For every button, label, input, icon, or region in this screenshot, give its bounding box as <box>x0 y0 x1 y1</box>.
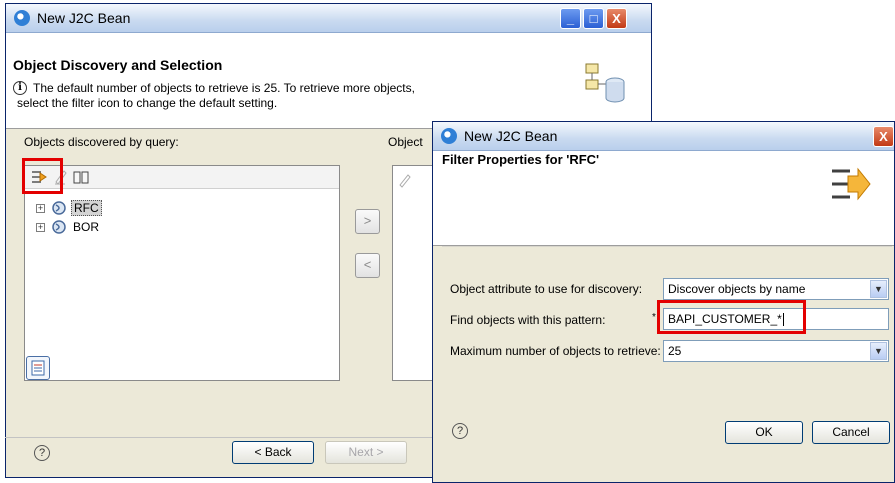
ok-button[interactable]: OK <box>725 421 803 444</box>
wizard-title: New J2C Bean <box>37 10 131 26</box>
close-button[interactable]: X <box>606 8 627 29</box>
remove-object-button[interactable]: < <box>355 253 380 278</box>
eclipse-icon <box>14 10 30 26</box>
dialog-help-icon[interactable]: ? <box>452 423 468 439</box>
back-button[interactable]: < Back <box>232 441 314 464</box>
discovery-banner-icon <box>585 63 625 103</box>
minimize-button[interactable]: _ <box>560 8 581 29</box>
help-icon[interactable]: ? <box>34 445 50 461</box>
chevron-down-icon[interactable]: ▼ <box>870 342 887 360</box>
discovered-objects-tree[interactable] <box>24 165 340 381</box>
expand-icon[interactable]: + <box>36 223 45 232</box>
discovery-attribute-select[interactable]: Discover objects by name ▼ <box>663 278 889 300</box>
eclipse-icon <box>441 128 457 144</box>
cancel-button[interactable]: Cancel <box>812 421 890 444</box>
edit-icon[interactable] <box>397 172 413 188</box>
filter-icon-highlight <box>22 158 63 194</box>
dialog-close-button[interactable]: X <box>873 126 894 147</box>
tree-item-label: BOR <box>73 220 100 234</box>
object-properties-button[interactable] <box>26 356 50 380</box>
pattern-input-highlight <box>657 300 806 334</box>
select-value: 25 <box>668 344 682 358</box>
max-objects-select[interactable]: 25 ▼ <box>663 340 889 362</box>
pattern-label: Find objects with this pattern: <box>450 313 606 327</box>
description-line-1: The default number of objects to retriev… <box>33 81 415 95</box>
filter-banner-icon <box>832 167 871 201</box>
separator <box>5 437 435 438</box>
tree-item-rfc[interactable]: + RFC <box>36 200 156 216</box>
page-title: Object Discovery and Selection <box>13 57 223 73</box>
expand-icon[interactable]: + <box>36 204 45 213</box>
info-icon: i <box>13 81 27 95</box>
dialog-titlebar[interactable]: New J2C Bean X <box>433 122 894 151</box>
dialog-heading: Filter Properties for 'RFC' <box>442 152 600 167</box>
properties-book-icon[interactable] <box>72 169 90 185</box>
selected-objects-list[interactable] <box>392 165 437 381</box>
tree-item-bor[interactable]: + BOR <box>36 219 156 235</box>
attribute-label: Object attribute to use for discovery: <box>450 282 643 296</box>
next-button[interactable]: Next > <box>325 441 407 464</box>
max-objects-label: Maximum number of objects to retrieve: <box>450 344 661 358</box>
selected-objects-label: Object <box>388 135 423 149</box>
chevron-down-icon[interactable]: ▼ <box>870 280 887 298</box>
list-properties-icon <box>31 360 45 376</box>
description-line-2: select the filter icon to change the def… <box>17 96 278 110</box>
sap-connection-icon <box>52 201 66 215</box>
maximize-button[interactable]: □ <box>583 8 604 29</box>
required-marker: * <box>652 312 656 323</box>
add-object-button[interactable]: > <box>355 209 380 234</box>
sap-connection-icon <box>52 220 66 234</box>
discovered-label: Objects discovered by query: <box>24 135 179 149</box>
dialog-separator <box>442 246 892 247</box>
dialog-title: New J2C Bean <box>464 128 558 144</box>
select-value: Discover objects by name <box>668 282 806 296</box>
wizard-titlebar[interactable]: New J2C Bean _ □ X <box>6 4 651 33</box>
tree-item-label: RFC <box>71 200 102 216</box>
